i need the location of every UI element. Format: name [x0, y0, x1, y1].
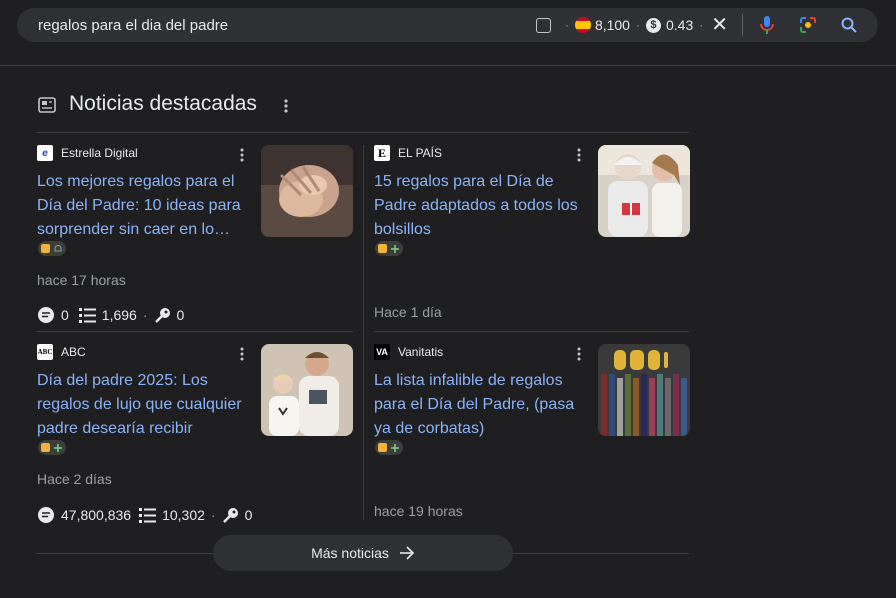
news-source: ABC ABC: [37, 344, 86, 360]
microphone-icon[interactable]: [755, 13, 779, 37]
vanitatis-logo-icon: VA: [374, 344, 390, 360]
divider: [374, 331, 689, 332]
news-card[interactable]: ABC ABC Día del padre 2025: Los regalos …: [37, 344, 353, 534]
badge-icon: [378, 443, 387, 452]
divider: [37, 132, 689, 133]
news-headline[interactable]: Día del padre 2025: Los regalos de lujo …: [37, 369, 252, 441]
arrow-right-icon: [399, 546, 415, 560]
source-name: Estrella Digital: [61, 146, 138, 160]
news-time: hace 17 horas: [37, 272, 126, 288]
news-source: VA Vanitatis: [374, 344, 443, 360]
seo-badges: [38, 440, 66, 455]
search-icon[interactable]: [837, 13, 861, 37]
estrella-digital-logo-icon: e: [37, 145, 53, 161]
news-thumbnail[interactable]: [598, 344, 690, 436]
more-options-icon[interactable]: [577, 148, 581, 167]
select-checkbox[interactable]: [535, 17, 551, 33]
news-thumbnail[interactable]: [261, 145, 353, 237]
news-thumbnail[interactable]: [261, 344, 353, 436]
more-news-label: Más noticias: [311, 545, 389, 561]
links-icon: [139, 507, 157, 523]
links-count: 10,302: [162, 507, 205, 523]
news-card[interactable]: VA Vanitatis La lista infalible de regal…: [374, 344, 690, 524]
section-title: Noticias destacadas: [69, 92, 257, 115]
source-name: EL PAÍS: [398, 146, 443, 160]
news-headline[interactable]: La lista infalible de regalos para el Dí…: [374, 369, 589, 441]
more-options-icon[interactable]: [283, 98, 289, 119]
separator-dot: ·: [564, 18, 569, 32]
more-news-button[interactable]: Más noticias: [213, 535, 513, 571]
news-headline[interactable]: Los mejores regalos para el Día del Padr…: [37, 170, 252, 242]
news-stats: 47,800,836 10,302 · 0: [37, 506, 252, 524]
more-options-icon[interactable]: [240, 148, 244, 167]
lens-icon[interactable]: [796, 13, 820, 37]
comment-count: 47,800,836: [61, 507, 132, 523]
news-source: e Estrella Digital: [37, 145, 138, 161]
comment-count: 0: [61, 307, 69, 323]
news-headline[interactable]: 15 regalos para el Día de Padre adaptado…: [374, 170, 589, 242]
comment-icon: [37, 506, 55, 524]
bell-icon: [54, 244, 62, 251]
search-bar[interactable]: regalos para el dia del padre · 8,100 · …: [17, 8, 878, 42]
separator-dot: ·: [635, 18, 640, 32]
keyword-count: 0: [176, 307, 185, 323]
dollar-icon: $: [645, 17, 661, 33]
divider: [363, 145, 364, 520]
news-time: hace 19 horas: [374, 503, 463, 519]
seo-badges: [375, 440, 403, 455]
news-source: E EL PAÍS: [374, 145, 442, 161]
separator-dot: ·: [210, 507, 216, 523]
links-count: 1,696: [101, 307, 137, 323]
news-card[interactable]: e Estrella Digital Los mejores regalos p…: [37, 145, 353, 331]
search-input[interactable]: regalos para el dia del padre: [38, 17, 228, 34]
newspaper-icon: [38, 97, 56, 118]
cpc-value: 0.43: [665, 17, 694, 33]
more-options-icon[interactable]: [577, 347, 581, 366]
badge-icon: [378, 244, 387, 253]
news-time: Hace 1 día: [374, 304, 442, 320]
separator-dot: ·: [142, 307, 148, 323]
source-name: Vanitatis: [398, 345, 444, 359]
key-icon: [222, 507, 239, 524]
add-icon: [391, 443, 399, 452]
search-meta: · 8,100 · $ 0.43 · ✕: [535, 8, 878, 42]
search-volume: 8,100: [594, 17, 630, 33]
clear-search-icon[interactable]: ✕: [711, 15, 728, 35]
divider: [37, 331, 353, 332]
seo-badges: [375, 241, 403, 256]
news-thumbnail[interactable]: [598, 145, 690, 237]
separator-dot: ·: [699, 18, 704, 32]
badge-icon: [41, 443, 50, 452]
keyword-count: 0: [244, 507, 253, 523]
more-options-icon[interactable]: [240, 347, 244, 366]
source-name: ABC: [61, 345, 86, 359]
add-icon: [391, 244, 399, 253]
spain-flag-icon: [574, 17, 591, 33]
badge-icon: [41, 244, 50, 253]
abc-logo-icon: ABC: [37, 344, 53, 360]
add-icon: [54, 443, 62, 452]
top-bar: regalos para el dia del padre · 8,100 · …: [0, 0, 896, 66]
news-stats: 0 1,696 · 0: [37, 306, 184, 324]
divider: [742, 14, 743, 36]
el-pais-logo-icon: E: [374, 145, 390, 161]
links-icon: [78, 307, 96, 323]
comment-icon: [37, 306, 55, 324]
seo-badges: [38, 241, 66, 256]
news-card[interactable]: E EL PAÍS 15 regalos para el Día de Padr…: [374, 145, 690, 331]
news-time: Hace 2 días: [37, 471, 112, 487]
key-icon: [154, 307, 171, 324]
